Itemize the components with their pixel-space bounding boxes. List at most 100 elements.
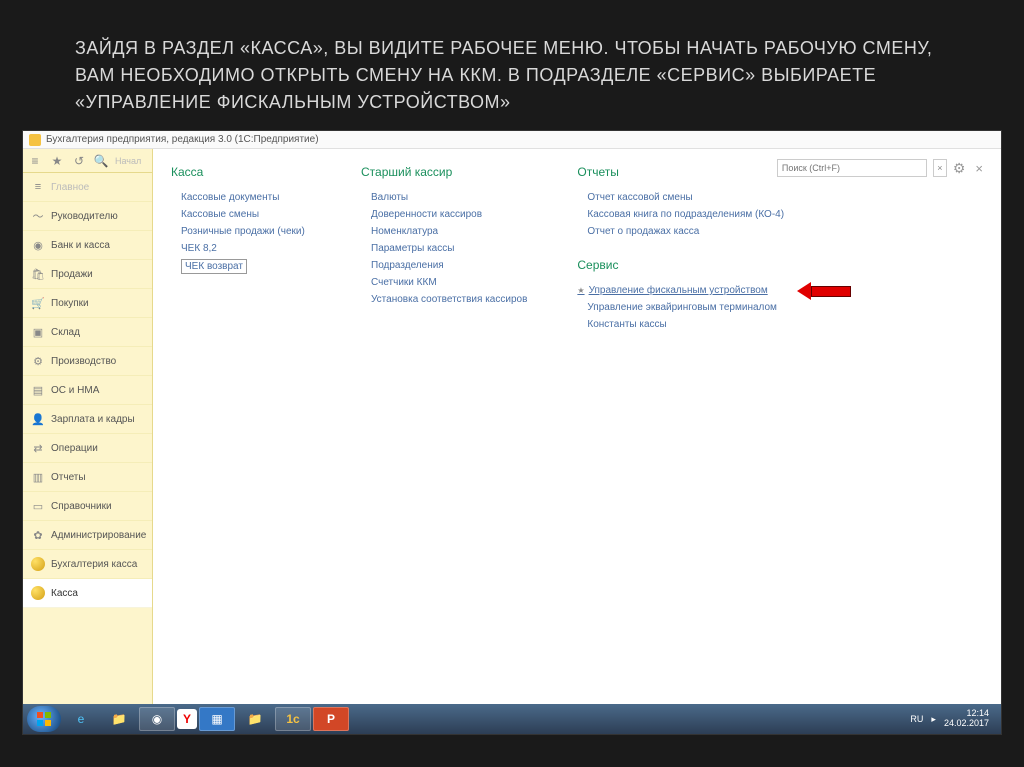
sales-icon: 🛍	[31, 267, 45, 281]
menu-item[interactable]: Отчет кассовой смены	[577, 189, 784, 206]
taskbar-1c-icon[interactable]: 1c	[275, 707, 311, 731]
menu-item[interactable]: Кассовые документы	[171, 189, 311, 206]
search-dropdown-icon[interactable]: ×	[933, 159, 947, 177]
sidebar-item-manager[interactable]: 〜 Руководителю	[23, 202, 152, 231]
column-kassa: Касса Кассовые документы Кассовые смены …	[171, 165, 311, 333]
column-title-reports: Отчеты	[577, 165, 784, 179]
sidebar-item-label: Администрирование	[51, 530, 146, 541]
menu-item[interactable]: Кассовая книга по подразделениям (КО-4)	[577, 206, 784, 223]
column-title-senior: Старший кассир	[361, 165, 527, 179]
sidebar-item-label: Покупки	[51, 298, 89, 309]
app-icon	[29, 134, 41, 146]
menu-item[interactable]: Валюты	[361, 189, 527, 206]
bank-icon: ◉	[31, 238, 45, 252]
language-indicator[interactable]: RU	[910, 714, 923, 724]
sidebar-item-label: Руководителю	[51, 211, 118, 222]
windows-logo-icon	[36, 711, 52, 727]
warehouse-icon: ▣	[31, 325, 45, 339]
taskbar-folder2-icon[interactable]: 📁	[237, 707, 273, 731]
menu-item[interactable]: Параметры кассы	[361, 240, 527, 257]
menu-item[interactable]: Счетчики ККМ	[361, 274, 527, 291]
menu-item-check-return[interactable]: ЧЕК возврат	[181, 259, 247, 274]
sidebar-item-accounting-kassa[interactable]: Бухгалтерия касса	[23, 550, 152, 579]
sidebar-item-purchases[interactable]: 🛒 Покупки	[23, 289, 152, 318]
close-icon[interactable]: ×	[971, 161, 987, 176]
sidebar-item-label: Банк и касса	[51, 240, 110, 251]
search-input[interactable]	[777, 159, 927, 177]
menu-item[interactable]: Установка соответствия кассиров	[361, 291, 527, 308]
sidebar-item-assets[interactable]: ▤ ОС и НМА	[23, 376, 152, 405]
folder-icon: ▭	[31, 499, 45, 513]
menu-item[interactable]: Доверенности кассиров	[361, 206, 527, 223]
gear-icon: ✿	[31, 528, 45, 542]
sidebar-item-warehouse[interactable]: ▣ Склад	[23, 318, 152, 347]
operations-icon: ⇄	[31, 441, 45, 455]
star-icon[interactable]: ★	[49, 153, 65, 169]
sidebar-item-admin[interactable]: ✿ Администрирование	[23, 521, 152, 550]
taskbar-chrome-icon[interactable]: ◉	[139, 707, 175, 731]
main-content: × ⚙ × Касса Кассовые документы Кассовые …	[153, 149, 1001, 704]
sidebar-item-label: Бухгалтерия касса	[51, 559, 137, 570]
window-titlebar: Бухгалтерия предприятия, редакция 3.0 (1…	[23, 131, 1001, 149]
taskbar-app-icon[interactable]: ▦	[199, 707, 235, 731]
menu-item[interactable]: Управление эквайринговым терминалом	[577, 299, 784, 316]
menu-item-fiscal-device[interactable]: Управление фискальным устройством	[577, 282, 784, 299]
app-window: Бухгалтерия предприятия, редакция 3.0 (1…	[22, 130, 1002, 735]
assets-icon: ▤	[31, 383, 45, 397]
column-reports-service: Отчеты Отчет кассовой смены Кассовая кни…	[577, 165, 784, 333]
sidebar-item-directories[interactable]: ▭ Справочники	[23, 492, 152, 521]
menu-item[interactable]: Подразделения	[361, 257, 527, 274]
settings-gear-icon[interactable]: ⚙	[953, 160, 966, 177]
sidebar-start-label: Начал	[115, 156, 141, 166]
production-icon: ⚙	[31, 354, 45, 368]
sidebar-item-label: Отчеты	[51, 472, 86, 483]
sidebar-item-label: Производство	[51, 356, 116, 367]
search-icon[interactable]: 🔍	[93, 153, 109, 169]
sidebar-item-label: Справочники	[51, 501, 112, 512]
history-icon[interactable]: ↺	[71, 153, 87, 169]
sidebar-item-label: Склад	[51, 327, 80, 338]
cart-icon: 🛒	[31, 296, 45, 310]
taskbar-ie-icon[interactable]: e	[63, 707, 99, 731]
sidebar-item-sales[interactable]: 🛍 Продажи	[23, 260, 152, 289]
reports-icon: ▥	[31, 470, 45, 484]
menu-item[interactable]: Константы кассы	[577, 316, 784, 333]
sidebar-item-bank[interactable]: ◉ Банк и касса	[23, 231, 152, 260]
taskbar-clock[interactable]: 12:14 24.02.2017	[944, 709, 989, 729]
column-title-service: Сервис	[577, 258, 784, 272]
windows-taskbar: e 📁 ◉ Y ▦ 📁 1c P RU ▸ 12:14 24.02.2017	[23, 704, 1001, 734]
sidebar-item-label: Операции	[51, 443, 98, 454]
column-senior: Старший кассир Валюты Доверенности касси…	[361, 165, 527, 333]
menu-item[interactable]: Отчет о продажах касса	[577, 223, 784, 240]
start-button[interactable]	[27, 706, 61, 732]
taskbar-explorer-icon[interactable]: 📁	[101, 707, 137, 731]
taskbar-powerpoint-icon[interactable]: P	[313, 707, 349, 731]
menu-item[interactable]: Кассовые смены	[171, 206, 311, 223]
clock-date: 24.02.2017	[944, 719, 989, 729]
sidebar: ≡ ★ ↺ 🔍 Начал ≡Главное 〜 Руководителю ◉ Ба…	[23, 149, 153, 704]
column-title-kassa: Касса	[171, 165, 311, 179]
window-title-text: Бухгалтерия предприятия, редакция 3.0 (1…	[46, 134, 319, 145]
taskbar-yandex-icon[interactable]: Y	[177, 709, 197, 729]
sidebar-item-label: ОС и НМА	[51, 385, 99, 396]
callout-arrow	[797, 282, 851, 300]
sidebar-item-label: Касса	[51, 588, 78, 599]
sidebar-item-label: Зарплата и кадры	[51, 414, 135, 425]
sidebar-item-label: Продажи	[51, 269, 93, 280]
sidebar-item-salary[interactable]: 👤Зарплата и кадры	[23, 405, 152, 434]
menu-item[interactable]: Розничные продажи (чеки)	[171, 223, 311, 240]
ball-icon	[31, 586, 45, 600]
sidebar-item-production[interactable]: ⚙ Производство	[23, 347, 152, 376]
menu-item[interactable]: Номенклатура	[361, 223, 527, 240]
home-icon: ≡	[31, 180, 45, 194]
menu-item[interactable]: ЧЕК 8,2	[171, 240, 311, 257]
sidebar-item-reports[interactable]: ▥ Отчеты	[23, 463, 152, 492]
chart-icon: 〜	[31, 209, 45, 223]
arrow-body	[811, 286, 851, 297]
tray-flag-icon[interactable]: ▸	[931, 714, 936, 725]
sidebar-toolbar: ≡ ★ ↺ 🔍 Начал	[23, 149, 152, 173]
sidebar-item-main[interactable]: ≡Главное	[23, 173, 152, 202]
sidebar-item-operations[interactable]: ⇄ Операции	[23, 434, 152, 463]
sidebar-item-kassa[interactable]: Касса	[23, 579, 152, 608]
menu-icon[interactable]: ≡	[27, 153, 43, 169]
